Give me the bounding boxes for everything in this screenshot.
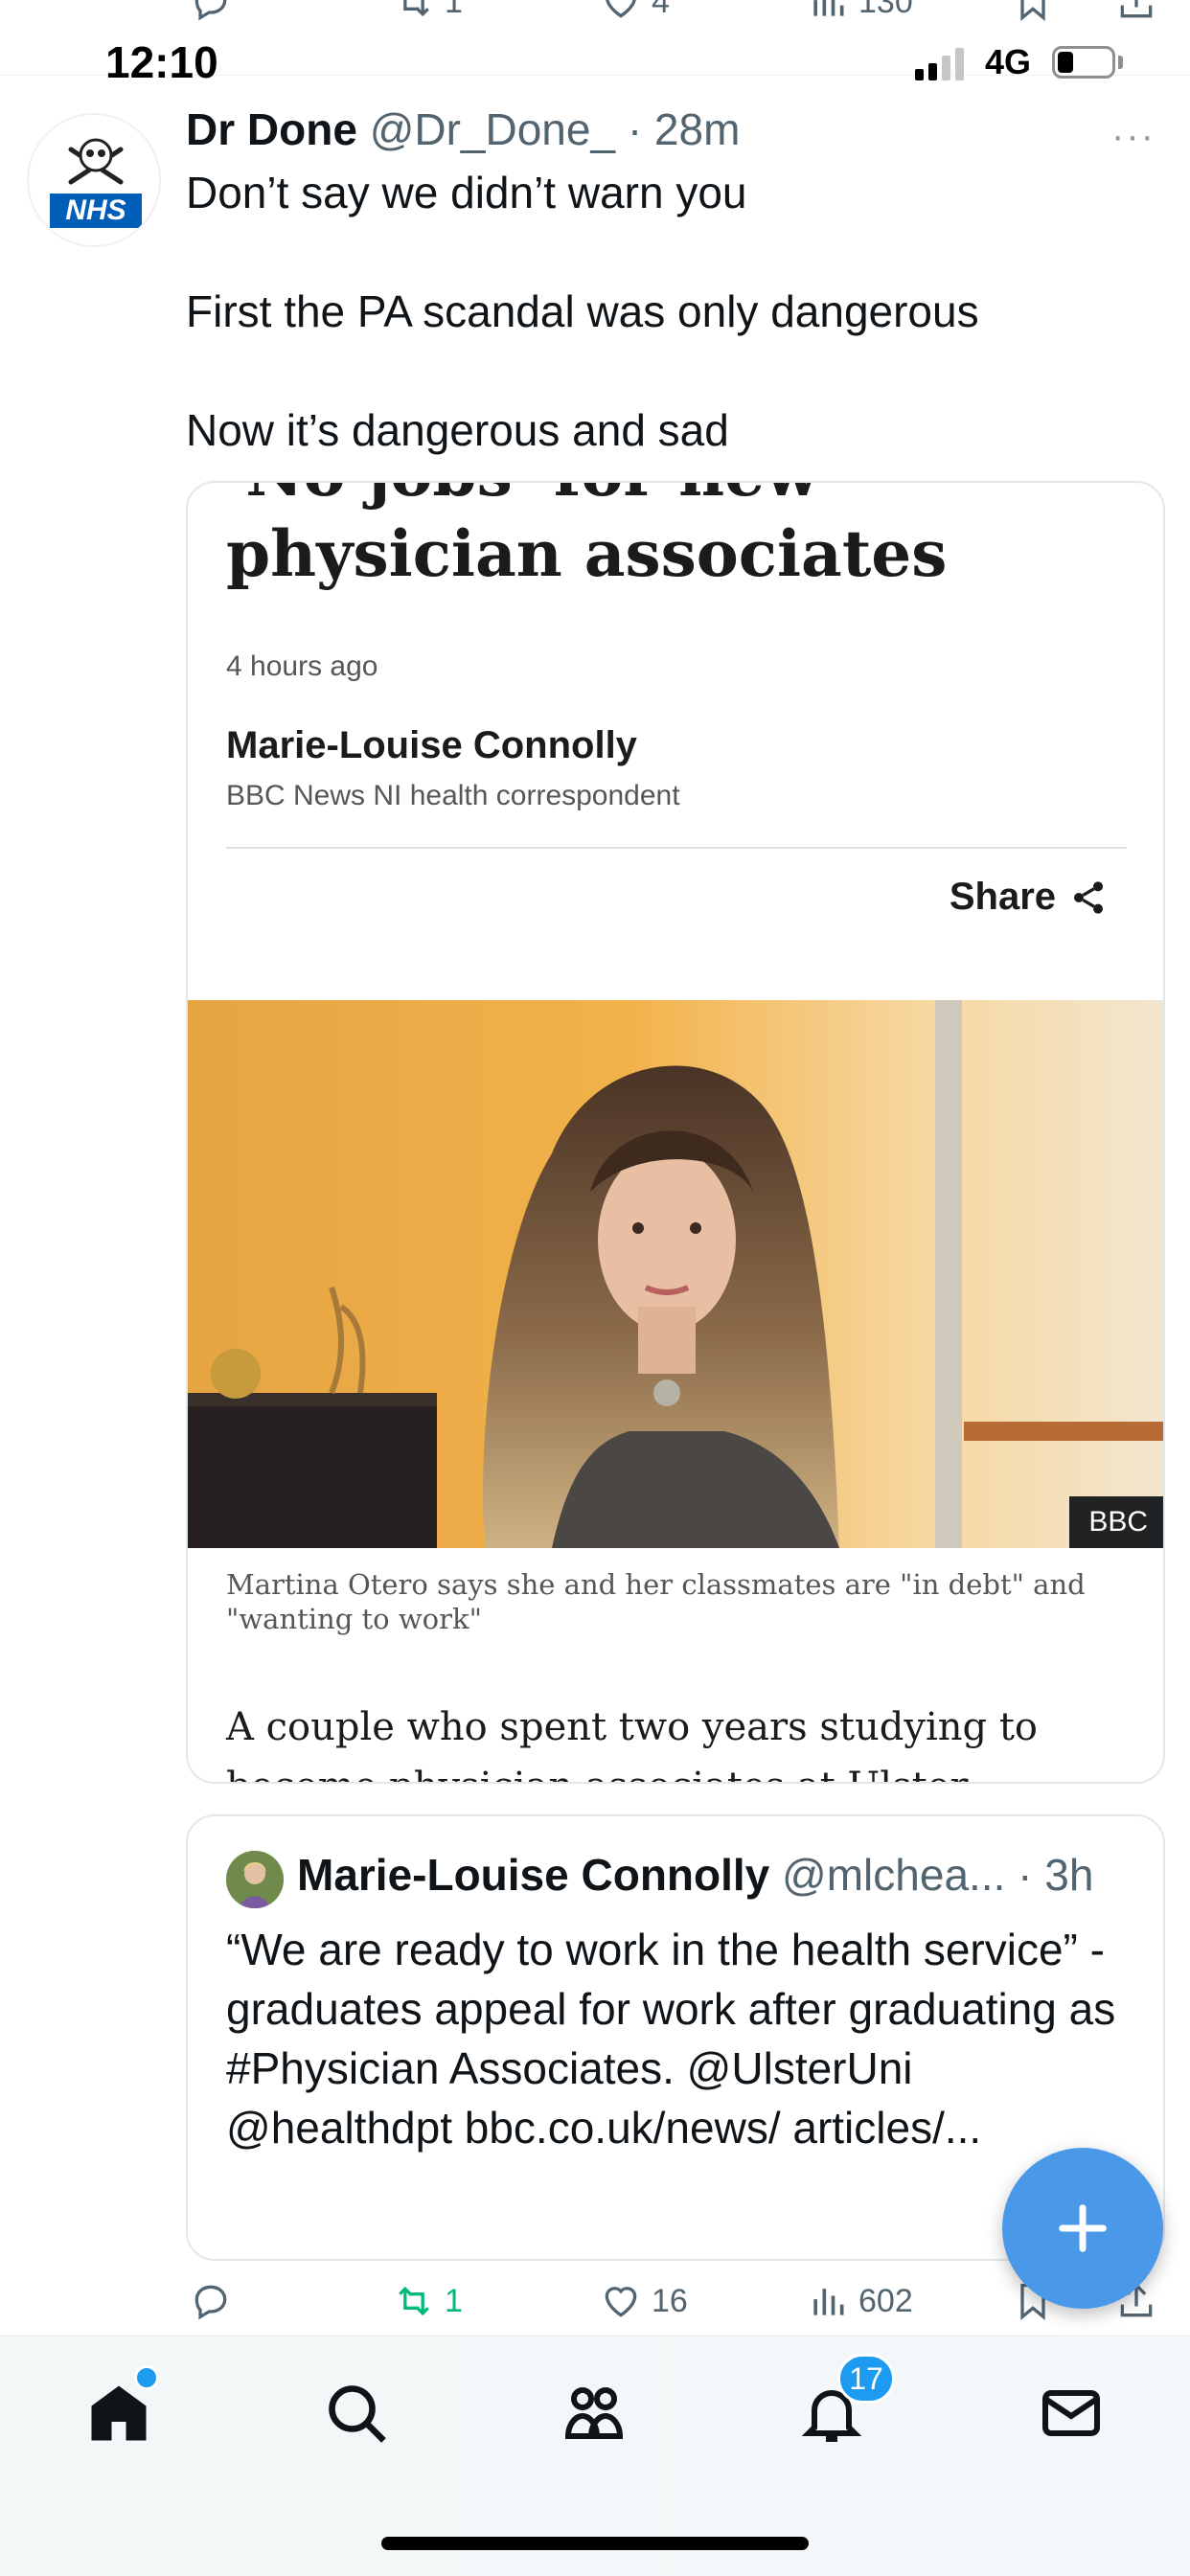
retweet-count: 1 bbox=[445, 2282, 463, 2319]
plus-icon bbox=[1059, 2204, 1107, 2252]
retweet-count: 1 bbox=[445, 0, 463, 20]
quote-author-meta: @mlchea... · 3h bbox=[782, 1850, 1094, 1900]
status-time: 12:10 bbox=[105, 37, 218, 87]
like-count: 4 bbox=[652, 0, 670, 20]
retweet-icon bbox=[403, 0, 429, 17]
tab-communities[interactable] bbox=[556, 2375, 632, 2451]
more-options-button[interactable]: ··· bbox=[1111, 115, 1156, 158]
battery-icon bbox=[1052, 46, 1115, 79]
share-label: Share bbox=[949, 876, 1056, 918]
article-time: 4 hours ago bbox=[226, 650, 378, 682]
byline-name: Marie-Louise Connolly bbox=[226, 724, 637, 766]
notification-count-badge: 17 bbox=[837, 2354, 895, 2404]
card-divider bbox=[226, 847, 1127, 849]
search-icon bbox=[329, 2385, 386, 2443]
communities-icon bbox=[564, 2387, 624, 2439]
bookmark-button[interactable] bbox=[1012, 0, 1054, 23]
envelope-icon bbox=[1042, 2390, 1100, 2436]
tweet-actions: 1 16 602 bbox=[0, 2280, 1190, 2337]
nhs-badge: NHS bbox=[65, 194, 126, 226]
article-headline: 'No jobs' for new physician associates bbox=[226, 483, 948, 591]
reply-button[interactable] bbox=[190, 2280, 232, 2322]
bar-chart-icon bbox=[813, 2289, 844, 2315]
views-button[interactable]: 130 bbox=[807, 0, 913, 23]
byline-role: BBC News NI health correspondent bbox=[226, 780, 680, 811]
retweet-button[interactable]: 1 bbox=[393, 2280, 463, 2322]
views-count: 602 bbox=[858, 2282, 913, 2319]
retweet-button[interactable]: 1 bbox=[393, 0, 463, 23]
tweet-text: Don’t say we didn’t warn you First the P… bbox=[186, 163, 1144, 460]
article-photo[interactable]: BBC bbox=[188, 1000, 1163, 1548]
tab-messages[interactable] bbox=[1033, 2375, 1110, 2451]
views-count: 130 bbox=[858, 0, 913, 20]
author-avatar[interactable]: NHS bbox=[27, 113, 161, 247]
tweet-text-line: Don’t say we didn’t warn you bbox=[186, 168, 747, 217]
reply-icon bbox=[195, 0, 227, 21]
bar-chart-icon bbox=[813, 0, 844, 16]
quote-author-line: Marie-Louise Connolly @mlchea... · 3h bbox=[297, 1849, 1093, 1901]
upload-icon bbox=[1120, 0, 1153, 18]
tweet-author-line[interactable]: Dr Done @Dr_Done_ · 28m bbox=[186, 103, 740, 155]
home-unread-dot bbox=[134, 2365, 159, 2390]
tab-search[interactable] bbox=[318, 2375, 395, 2451]
home-indicator bbox=[381, 2537, 809, 2550]
article-card[interactable]: 'No jobs' for new physician associates 4… bbox=[186, 481, 1165, 1784]
reply-button[interactable] bbox=[190, 0, 232, 23]
photo-caption: Martina Otero says she and her classmate… bbox=[226, 1568, 1086, 1635]
image-credit-badge: BBC bbox=[1069, 1496, 1163, 1548]
previous-tweet-actions: 1 4 130 bbox=[0, 0, 1190, 38]
like-button[interactable]: 4 bbox=[600, 0, 670, 23]
signal-strength-icon bbox=[915, 46, 964, 80]
article-body: A couple who spent two years studying to… bbox=[226, 1705, 1038, 1782]
quote-tweet-text: “We are ready to work in the health serv… bbox=[226, 1925, 1116, 2153]
like-count: 16 bbox=[652, 2282, 688, 2319]
quote-author-name: Marie-Louise Connolly bbox=[297, 1850, 770, 1900]
network-type: 4G bbox=[985, 42, 1032, 81]
retweet-icon bbox=[399, 2286, 429, 2316]
share-tweet-button[interactable] bbox=[1115, 0, 1157, 23]
profile-photo-icon bbox=[226, 1851, 284, 1908]
compose-button[interactable] bbox=[1002, 2148, 1163, 2309]
reply-icon bbox=[195, 2285, 227, 2320]
share-icon bbox=[1074, 880, 1103, 914]
bookmark-icon bbox=[1020, 0, 1045, 22]
portrait-image bbox=[188, 1000, 1163, 1548]
tweet-text-line: Now it’s dangerous and sad bbox=[186, 405, 729, 455]
heart-icon bbox=[606, 0, 636, 18]
tweet-text-line: First the PA scandal was only dangerous bbox=[186, 286, 979, 336]
views-button[interactable]: 602 bbox=[807, 2280, 913, 2322]
author-name[interactable]: Dr Done bbox=[186, 104, 357, 154]
quote-author-avatar bbox=[226, 1851, 284, 1908]
article-share-button[interactable]: Share bbox=[950, 876, 1108, 919]
battery-tip bbox=[1118, 56, 1123, 69]
like-button[interactable]: 16 bbox=[600, 2280, 688, 2322]
author-handle-time: @Dr_Done_ · 28m bbox=[369, 104, 741, 154]
heart-icon bbox=[605, 2287, 637, 2317]
